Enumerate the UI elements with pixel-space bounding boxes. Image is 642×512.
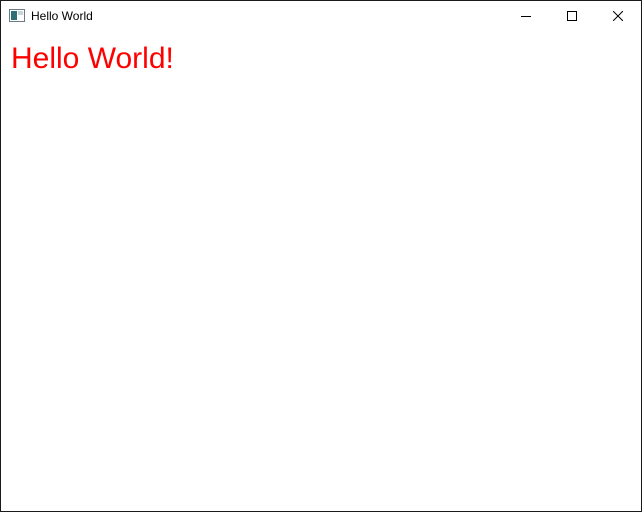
client-area: Hello World! bbox=[1, 31, 641, 511]
title-bar[interactable]: Hello World bbox=[1, 1, 641, 31]
close-button[interactable] bbox=[595, 1, 641, 31]
app-window: Hello World Hello World! bbox=[0, 0, 642, 512]
app-window-icon bbox=[9, 9, 25, 22]
maximize-icon bbox=[567, 11, 577, 21]
minimize-button[interactable] bbox=[503, 1, 549, 31]
close-icon bbox=[613, 11, 623, 21]
minimize-icon bbox=[521, 16, 531, 17]
window-title: Hello World bbox=[31, 9, 93, 23]
hello-text: Hello World! bbox=[11, 42, 174, 75]
maximize-button[interactable] bbox=[549, 1, 595, 31]
